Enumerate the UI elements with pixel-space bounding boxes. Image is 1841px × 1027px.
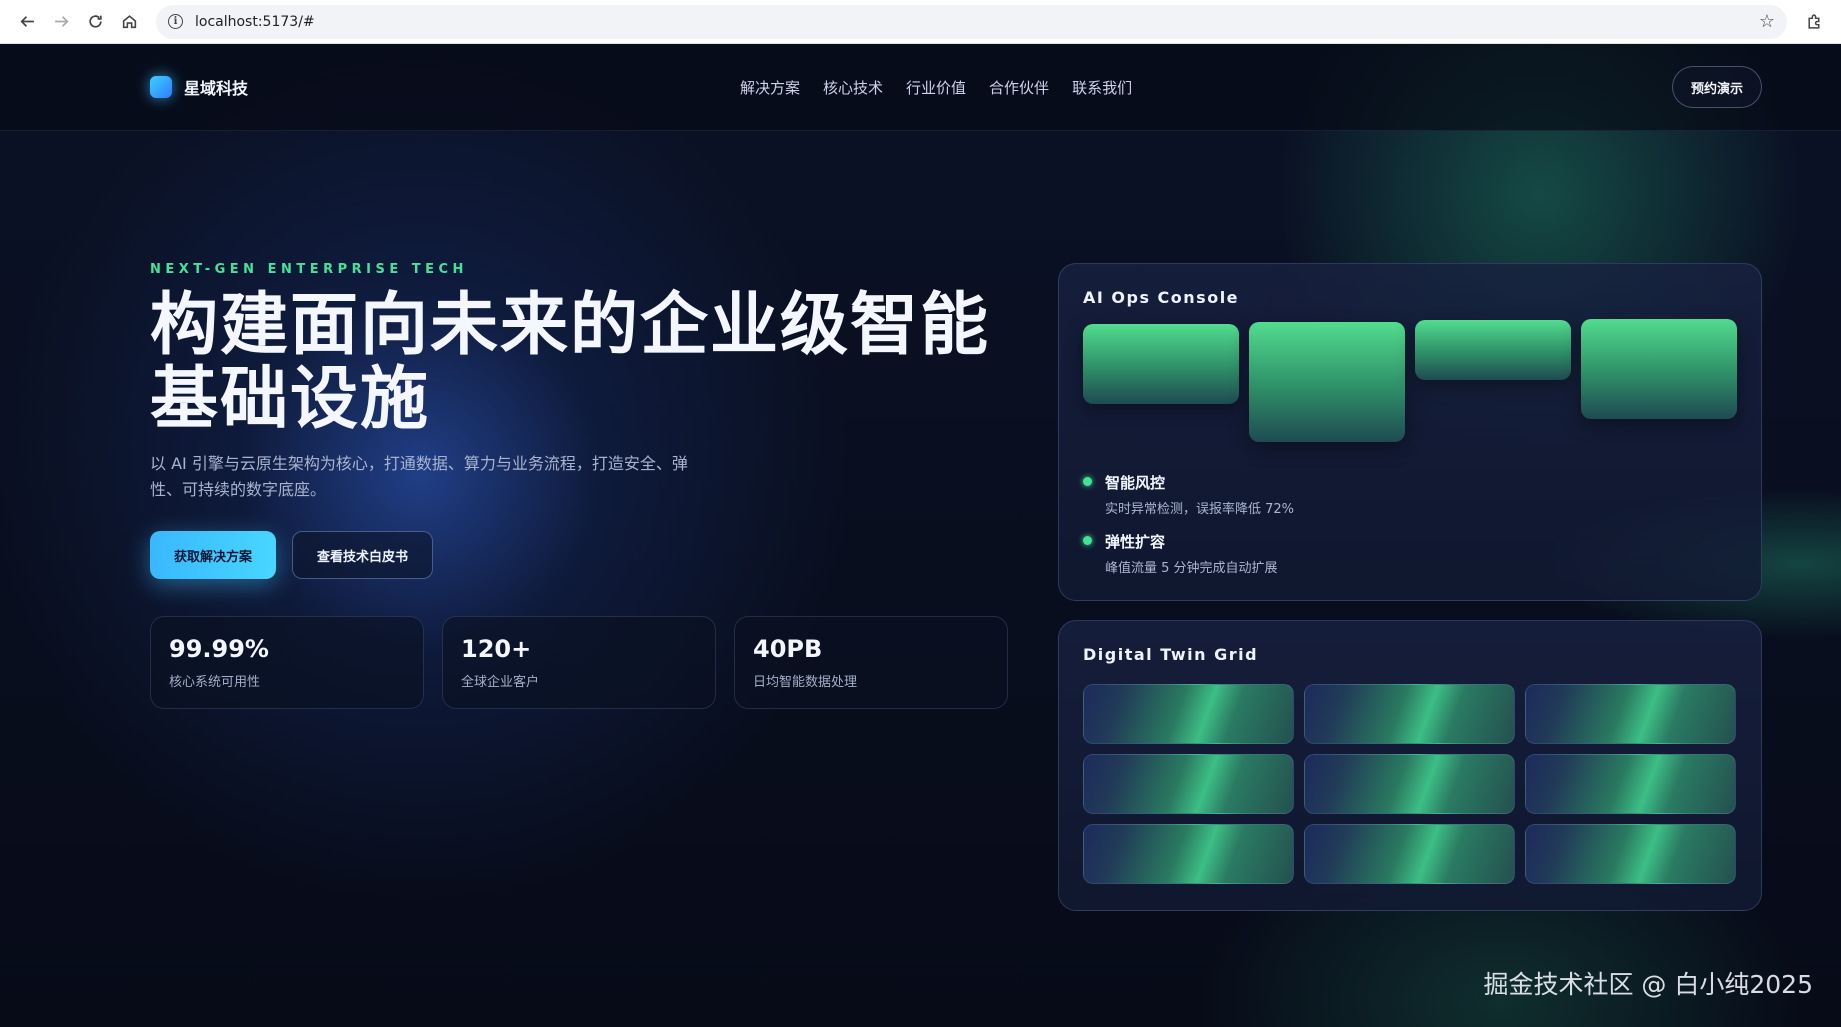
feature-risk-control: 智能风控 实时异常检测，误报率降低 72% <box>1083 472 1294 517</box>
brand[interactable]: 星域科技 <box>150 75 740 99</box>
hero-section: NEXT-GEN ENTERPRISE TECH 构建面向未来的企业级智能 基础… <box>150 262 1010 709</box>
stat-label: 日均智能数据处理 <box>753 675 858 690</box>
nav-link-partners[interactable]: 合作伙伴 <box>989 77 1049 98</box>
digital-twin-panel: Digital Twin Grid <box>1058 620 1762 911</box>
hero-eyebrow: NEXT-GEN ENTERPRISE TECH <box>150 262 468 277</box>
stat-card-data-volume: 40PB 日均智能数据处理 <box>734 616 1008 709</box>
top-navigation: 星域科技 解决方案 核心技术 行业价值 合作伙伴 联系我们 预约演示 <box>0 44 1841 131</box>
twin-cell[interactable] <box>1525 684 1736 744</box>
reload-icon[interactable] <box>78 5 112 39</box>
nav-links: 解决方案 核心技术 行业价值 合作伙伴 联系我们 <box>740 77 1672 98</box>
twin-cell[interactable] <box>1525 824 1736 884</box>
panel-title: AI Ops Console <box>1083 288 1240 307</box>
ops-block-1 <box>1083 324 1239 404</box>
feature-title: 智能风控 <box>1105 474 1166 492</box>
watermark: 掘金技术社区 @ 白小纯2025 <box>1483 970 1813 999</box>
extensions-icon[interactable] <box>1797 5 1831 39</box>
nav-link-solutions[interactable]: 解决方案 <box>740 77 800 98</box>
feature-elastic-scaling: 弹性扩容 峰值流量 5 分钟完成自动扩展 <box>1083 531 1278 576</box>
book-demo-button[interactable]: 预约演示 <box>1671 66 1762 108</box>
brand-name: 星域科技 <box>184 79 249 98</box>
ops-block-3 <box>1415 320 1571 380</box>
hero-title-line-2: 基础设施 <box>150 360 431 439</box>
ops-block-4 <box>1581 319 1737 419</box>
address-bar[interactable]: i localhost:5173/# ☆ <box>156 4 1787 39</box>
panel-title: Digital Twin Grid <box>1083 645 1259 664</box>
stat-value: 99.99% <box>169 635 269 663</box>
ai-ops-console-panel: AI Ops Console 智能风控 实时异常检测，误报率降低 72% 弹性扩… <box>1058 263 1762 601</box>
stat-label: 核心系统可用性 <box>169 675 261 690</box>
browser-toolbar: i localhost:5173/# ☆ <box>0 0 1841 44</box>
feature-status-dot <box>1083 536 1092 545</box>
stats-row: 99.99% 核心系统可用性 120+ 全球企业客户 40PB 日均智能数据处理 <box>150 616 1010 709</box>
whitepaper-button[interactable]: 查看技术白皮书 <box>292 531 434 579</box>
hero-cta-row: 获取解决方案 查看技术白皮书 <box>150 531 1010 579</box>
nav-link-core-tech[interactable]: 核心技术 <box>823 77 883 98</box>
feature-title: 弹性扩容 <box>1105 533 1166 551</box>
home-icon[interactable] <box>112 5 146 39</box>
nav-link-contact[interactable]: 联系我们 <box>1072 77 1132 98</box>
stat-value: 120+ <box>461 635 532 663</box>
twin-cell[interactable] <box>1083 824 1294 884</box>
hero-subtitle: 以 AI 引擎与云原生架构为核心，打通数据、算力与业务流程，打造安全、弹性、可持… <box>150 454 688 499</box>
brand-logo-icon <box>150 76 172 98</box>
feature-desc: 峰值流量 5 分钟完成自动扩展 <box>1105 561 1278 576</box>
ops-visual-blocks <box>1083 319 1737 447</box>
stat-label: 全球企业客户 <box>461 675 540 690</box>
feature-desc: 实时异常检测，误报率降低 72% <box>1105 502 1295 517</box>
forward-icon[interactable] <box>44 5 78 39</box>
feature-status-dot <box>1083 477 1092 486</box>
get-solution-button[interactable]: 获取解决方案 <box>150 531 277 579</box>
ops-block-2 <box>1249 322 1405 442</box>
twin-cell[interactable] <box>1083 754 1294 814</box>
hero-title-line-1: 构建面向未来的企业级智能 <box>150 286 991 365</box>
stat-value: 40PB <box>753 635 823 663</box>
site-info-icon[interactable]: i <box>168 14 183 29</box>
twin-cell[interactable] <box>1304 754 1515 814</box>
hero-title: 构建面向未来的企业级智能 基础设施 <box>150 289 1010 437</box>
twin-grid <box>1083 684 1737 884</box>
twin-cell[interactable] <box>1304 824 1515 884</box>
back-icon[interactable] <box>10 5 44 39</box>
landing-page: 星域科技 解决方案 核心技术 行业价值 合作伙伴 联系我们 预约演示 NEXT-… <box>0 44 1841 1027</box>
twin-cell[interactable] <box>1083 684 1294 744</box>
bookmark-star-icon[interactable]: ☆ <box>1759 11 1775 32</box>
stat-card-availability: 99.99% 核心系统可用性 <box>150 616 424 709</box>
twin-cell[interactable] <box>1525 754 1736 814</box>
url-text[interactable]: localhost:5173/# <box>195 14 315 30</box>
stat-card-customers: 120+ 全球企业客户 <box>442 616 716 709</box>
nav-link-industry-value[interactable]: 行业价值 <box>906 77 966 98</box>
twin-cell[interactable] <box>1304 684 1515 744</box>
